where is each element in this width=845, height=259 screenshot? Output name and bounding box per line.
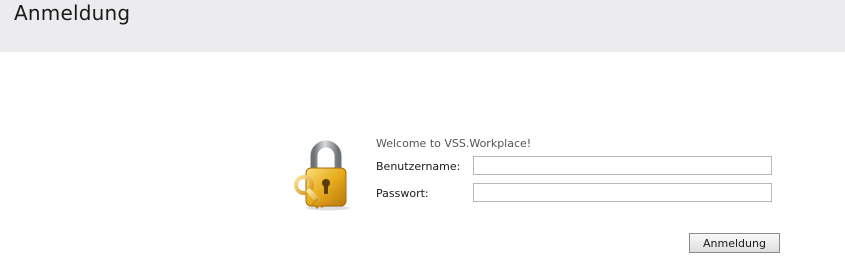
username-input[interactable]: [473, 156, 772, 175]
page-title: Anmeldung: [14, 1, 131, 25]
login-button[interactable]: Anmeldung: [689, 233, 780, 253]
username-label: Benutzername:: [376, 160, 461, 173]
page-header: Anmeldung: [0, 0, 845, 52]
lock-with-key-icon: [292, 139, 358, 211]
welcome-text: Welcome to VSS.Workplace!: [376, 137, 532, 150]
password-input[interactable]: [473, 183, 772, 202]
password-label: Passwort:: [376, 187, 429, 200]
